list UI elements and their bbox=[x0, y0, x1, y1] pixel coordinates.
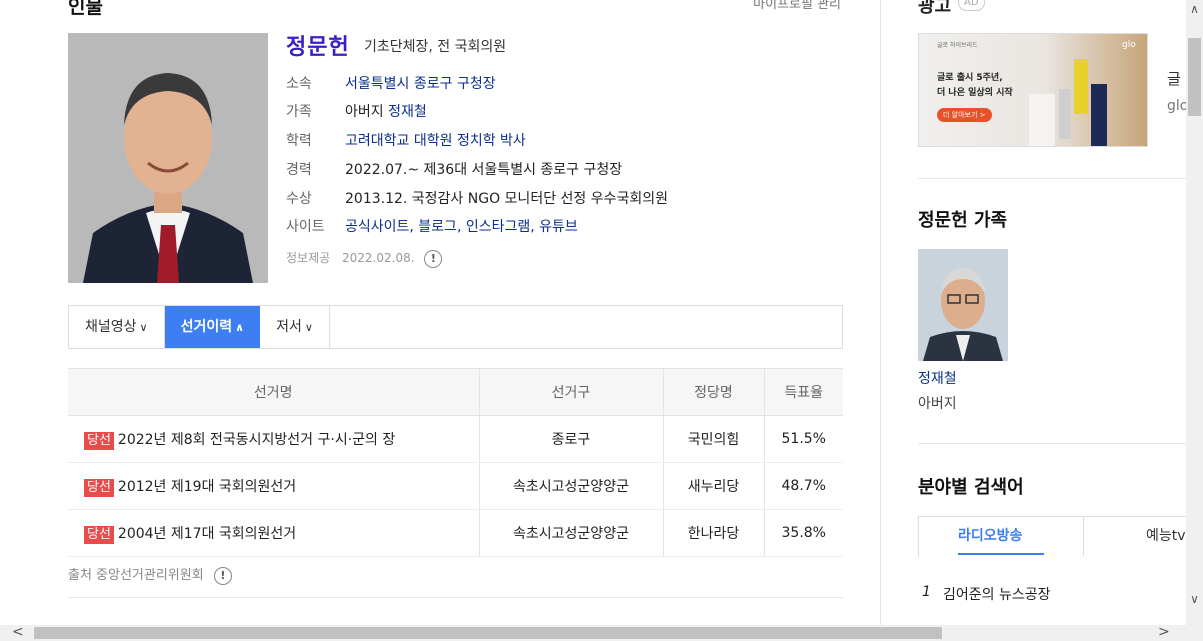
keyword-item[interactable]: 김어준의 뉴스공장 bbox=[943, 584, 1051, 604]
elected-badge: 당선 bbox=[84, 525, 114, 544]
info-source: 정보제공 2022.02.08. ! bbox=[286, 249, 443, 268]
info-key: 학력 bbox=[286, 133, 312, 149]
divider bbox=[68, 597, 843, 598]
info-key: 소속 bbox=[286, 76, 312, 92]
info-row-family: 가족 아버지 정재철 bbox=[286, 101, 427, 123]
info-value: 2013.12. 국정감사 NGO 모니터단 선정 우수국회의원 bbox=[345, 191, 669, 207]
column-divider bbox=[880, 0, 881, 625]
vote-rate: 48.7% bbox=[763, 462, 843, 510]
table-row: 당선 2022년 제8회 전국동시지방선거 구·시·군의 장 종로구 국민의힘 5… bbox=[68, 415, 843, 463]
col-header: 정당명 bbox=[662, 368, 764, 416]
rank-number: 1 bbox=[922, 584, 931, 600]
elected-badge: 당선 bbox=[84, 478, 114, 497]
info-value-prefix: 아버지 bbox=[345, 104, 389, 120]
table-row: 당선 2012년 제19대 국회의원선거 속초시고성군양양군 새누리당 48.7% bbox=[68, 462, 843, 510]
profile-photo[interactable] bbox=[68, 33, 268, 283]
ad-title: 광고 bbox=[918, 0, 952, 17]
table-row: 당선 2004년 제17대 국회의원선거 속초시고성군양양군 한나라당 35.8% bbox=[68, 509, 843, 557]
election-table: 선거명 선거구 정당명 득표율 당선 2022년 제8회 전국동시지방선거 구·시… bbox=[68, 368, 843, 557]
info-row-affiliation: 소속 서울특별시 종로구 구청장 bbox=[286, 73, 496, 95]
ad-badge: AD bbox=[958, 0, 985, 11]
vertical-scroll-thumb[interactable] bbox=[1188, 38, 1201, 116]
info-value[interactable]: 고려대학교 대학원 정치학 박사 bbox=[345, 133, 526, 149]
district: 속초시고성군양양군 bbox=[478, 509, 663, 557]
info-key: 가족 bbox=[286, 104, 312, 120]
election-name: 2022년 제8회 전국동시지방선거 구·시·군의 장 bbox=[117, 431, 396, 448]
party: 한나라당 bbox=[662, 509, 764, 557]
info-row-award: 수상 2013.12. 국정감사 NGO 모니터단 선정 우수국회의원 bbox=[286, 188, 668, 210]
elected-badge: 당선 bbox=[84, 431, 114, 450]
district: 속초시고성군양양군 bbox=[478, 462, 663, 510]
section-title: 인물 bbox=[68, 0, 103, 18]
family-relation: 아버지 bbox=[918, 396, 957, 412]
ad-cta-button[interactable]: 더 알아보기 > bbox=[937, 108, 992, 122]
table-header-row: 선거명 선거구 정당명 득표율 bbox=[68, 368, 843, 416]
chevron-down-icon: ∨ bbox=[304, 321, 313, 334]
tab-channel-video[interactable]: 채널영상 ∨ bbox=[69, 306, 165, 348]
person-name[interactable]: 정문헌 bbox=[286, 29, 350, 61]
person-subtitle: 기초단체장, 전 국회의원 bbox=[364, 39, 507, 55]
info-value[interactable]: 서울특별시 종로구 구청장 bbox=[345, 76, 496, 92]
info-source-label: 정보제공 bbox=[286, 251, 331, 265]
ad-small-text: 글로 하이브리드 bbox=[937, 42, 978, 49]
district: 종로구 bbox=[478, 415, 663, 463]
table-source: 출처 중앙선거관리위원회 ! bbox=[68, 564, 232, 585]
manage-profile-link[interactable]: 마이프로필 관리 bbox=[753, 0, 841, 12]
party: 국민의힘 bbox=[662, 415, 764, 463]
info-key: 경력 bbox=[286, 162, 312, 178]
info-row-education: 학력 고려대학교 대학원 정치학 박사 bbox=[286, 130, 526, 152]
info-row-site: 사이트 공식사이트, 블로그, 인스타그램, 유튜브 bbox=[286, 216, 578, 238]
scroll-right-arrow-icon[interactable]: > bbox=[1158, 624, 1170, 640]
col-header: 선거구 bbox=[478, 368, 663, 416]
tab-entertainment[interactable]: 예능tv bbox=[1146, 525, 1186, 545]
info-icon[interactable]: ! bbox=[424, 249, 443, 268]
family-title: 정문헌 가족 bbox=[918, 210, 1008, 231]
tab-radio[interactable]: 라디오방송 bbox=[958, 525, 1022, 545]
info-key: 사이트 bbox=[286, 219, 325, 235]
info-row-career: 경력 2022.07.~ 제36대 서울특별시 종로구 구청장 bbox=[286, 159, 622, 181]
election-name: 2004년 제17대 국회의원선거 bbox=[117, 525, 297, 542]
ad-headline-2: 더 나은 일상의 시작 bbox=[937, 88, 1013, 98]
ad-side-text[interactable]: 글 bbox=[1167, 68, 1181, 89]
divider bbox=[918, 443, 1186, 444]
family-photo[interactable] bbox=[918, 249, 1008, 361]
divider bbox=[918, 178, 1186, 179]
scroll-up-arrow-icon[interactable]: ∧ bbox=[1186, 2, 1203, 16]
info-source-date: 2022.02.08. bbox=[342, 251, 415, 265]
family-member-name[interactable]: 정재철 bbox=[918, 368, 957, 388]
col-header: 득표율 bbox=[763, 368, 843, 416]
vote-rate: 35.8% bbox=[763, 509, 843, 557]
vote-rate: 51.5% bbox=[763, 415, 843, 463]
chevron-down-icon: ∨ bbox=[139, 321, 148, 334]
election-name: 2012년 제19대 국회의원선거 bbox=[117, 478, 297, 495]
scroll-down-arrow-icon[interactable]: ∨ bbox=[1186, 592, 1203, 606]
tab-separator bbox=[1083, 516, 1084, 556]
horizontal-scroll-thumb[interactable] bbox=[34, 627, 942, 639]
info-value[interactable]: 정재철 bbox=[388, 104, 427, 120]
profile-tabs: 채널영상 ∨ 선거이력 ∧ 저서 ∨ bbox=[68, 305, 843, 349]
tab-books[interactable]: 저서 ∨ bbox=[260, 306, 330, 348]
party: 새누리당 bbox=[662, 462, 764, 510]
keyword-title: 분야별 검색어 bbox=[918, 477, 1024, 498]
tab-underline bbox=[958, 553, 1044, 555]
info-key: 수상 bbox=[286, 191, 312, 207]
info-value[interactable]: 공식사이트, 블로그, 인스타그램, 유튜브 bbox=[345, 219, 578, 235]
tab-election-history[interactable]: 선거이력 ∧ bbox=[164, 306, 261, 348]
info-value: 2022.07.~ 제36대 서울특별시 종로구 구청장 bbox=[345, 162, 623, 178]
ad-logo: glo bbox=[1122, 40, 1136, 50]
info-icon[interactable]: ! bbox=[213, 566, 232, 585]
ad-headline: 글로 출시 5주년, bbox=[937, 73, 1003, 83]
col-header: 선거명 bbox=[68, 368, 479, 416]
scroll-left-arrow-icon[interactable]: < bbox=[12, 624, 24, 640]
chevron-up-icon: ∧ bbox=[235, 321, 245, 334]
table-source-text: 출처 중앙선거관리위원회 bbox=[68, 568, 204, 583]
